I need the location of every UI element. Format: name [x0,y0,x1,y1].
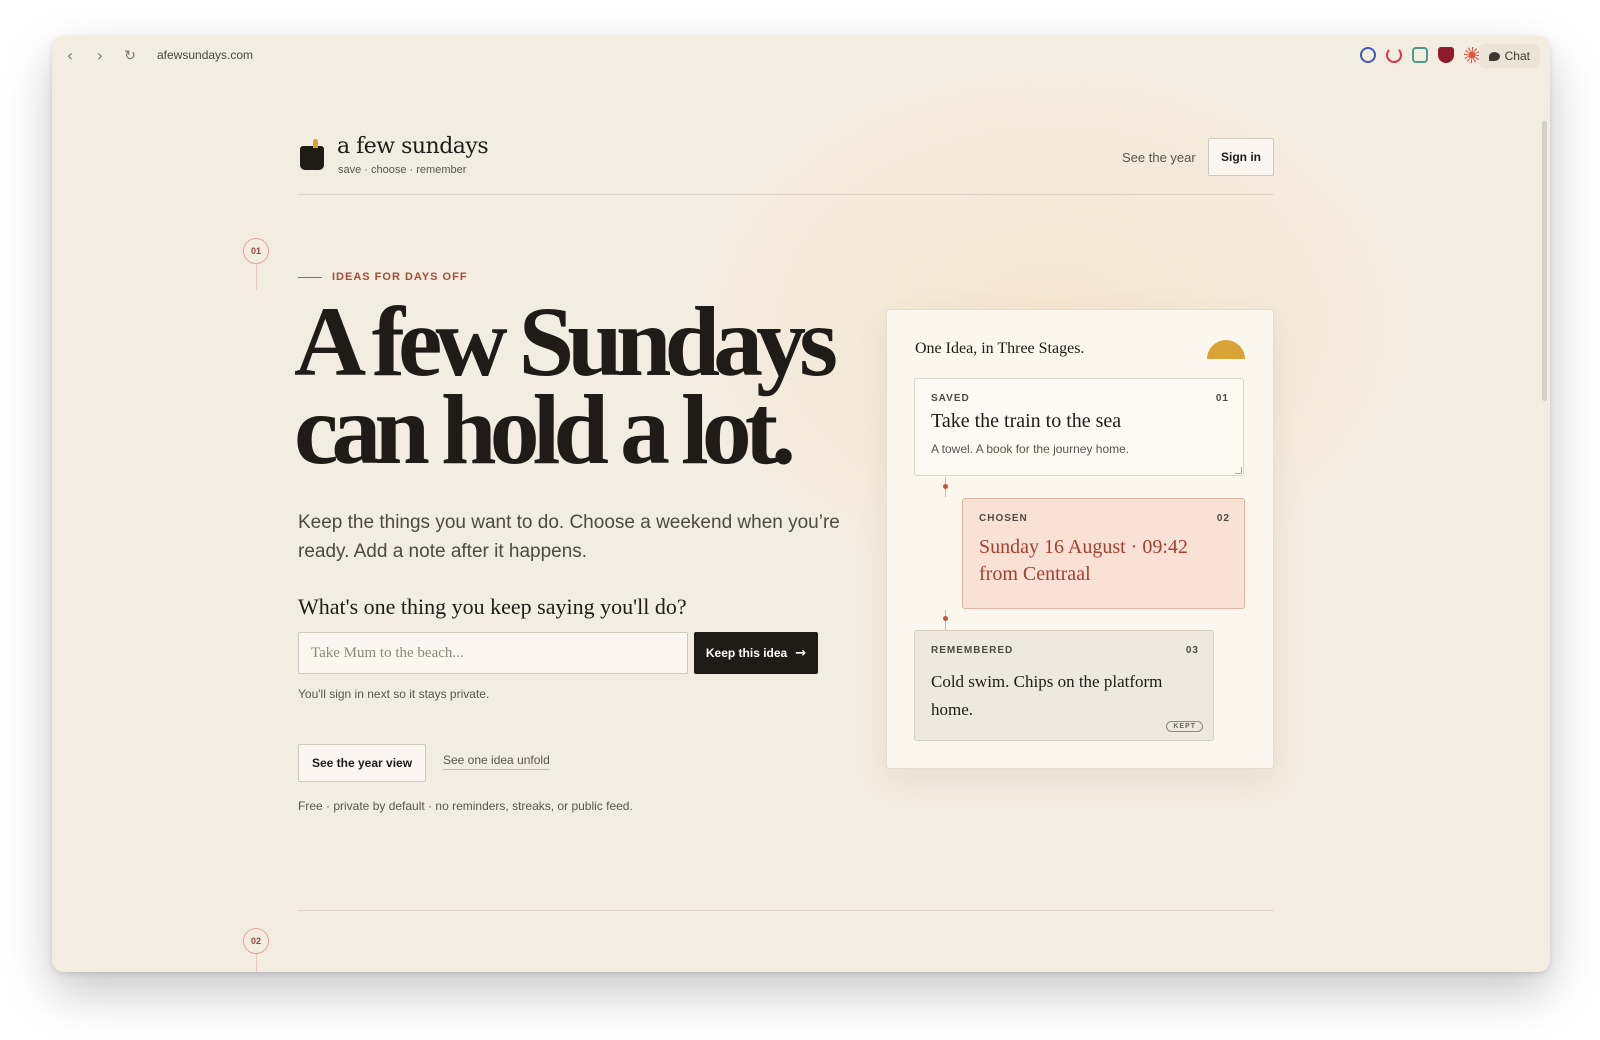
headline-line-1: A few Sundays [294,286,838,397]
stage-number: 01 [1215,393,1229,404]
connector-dot [943,484,948,489]
pricing-footnote: Free · private by default · no reminders… [298,799,633,813]
forward-icon[interactable]: › [90,46,110,66]
stage-number: 03 [1185,645,1199,656]
header-divider [298,194,1274,195]
stage-note: A towel. A book for the journey home. [931,442,1130,456]
step-line [256,264,257,290]
logo-icon[interactable] [300,139,324,170]
security-icon[interactable] [1438,47,1454,63]
stage-remembered-card: REMEMBERED 03 Cold swim. Chips on the pl… [914,630,1214,741]
extension-icons [1360,47,1480,63]
chat-label: Chat [1504,49,1530,63]
reload-icon[interactable]: ↻ [120,46,140,66]
keep-idea-label: Keep this idea [705,646,788,660]
chat-bubble-icon [1488,51,1500,61]
stage-title: Sunday 16 August · 09:42 from Centraal [979,536,1188,585]
section-divider [298,910,1274,911]
arrow-right-icon: → [795,645,807,661]
stages-card: One Idea, in Three Stages. SAVED 01 Take… [886,309,1274,769]
see-the-year-link[interactable]: See the year [1122,150,1196,165]
see-idea-unfold-link[interactable]: See one idea unfold [443,753,550,770]
shield-icon[interactable] [1412,47,1428,63]
stage-chosen-card: CHOSEN 02 Sunday 16 August · 09:42 from … [962,498,1245,609]
idea-question: What's one thing you keep saying you'll … [298,594,687,619]
stage-saved-card: SAVED 01 Take the train to the sea A tow… [914,378,1244,476]
connector-dot [943,616,948,621]
stages-title: One Idea, in Three Stages. [915,340,1085,357]
stage-title: Take the train to the sea [931,410,1122,432]
resize-handle-icon [1235,467,1242,474]
chat-button[interactable]: Chat [1478,44,1540,68]
page-content: a few sundays save · choose · remember S… [52,76,1550,972]
keep-idea-button[interactable]: Keep this idea → [694,632,818,674]
brand-name[interactable]: a few sundays [337,134,489,159]
stage-label: REMEMBERED [931,645,1014,656]
privacy-hint: You'll sign in next so it stays private. [298,687,490,701]
eyebrow-rule [298,277,322,278]
step-line [256,954,257,972]
see-year-view-button[interactable]: See the year view [298,744,426,782]
idea-input[interactable] [298,632,688,674]
stage-label: CHOSEN [979,513,1028,524]
headline-line-2: can hold a lot. [294,374,796,485]
sparkle-icon[interactable] [1464,47,1480,63]
stage-number: 02 [1216,513,1230,524]
back-icon[interactable]: ‹ [60,46,80,66]
eyebrow-label: IDEAS FOR DAYS OFF [332,271,468,283]
browser-window: ‹ › ↻ afewsundays.com Chat a few sundays… [52,36,1550,972]
step-marker-01: 01 [243,238,269,264]
power-icon[interactable] [1386,47,1402,63]
hero-lede: Keep the things you want to do. Choose a… [298,512,840,562]
hero-headline: A few Sundays can hold a lot. [294,286,894,485]
scrollbar[interactable] [1542,121,1547,401]
step-marker-02: 02 [243,928,269,954]
sign-in-button[interactable]: Sign in [1208,138,1274,176]
password-manager-icon[interactable] [1360,47,1376,63]
sun-icon [1207,340,1245,359]
brand-tagline: save · choose · remember [338,164,467,176]
stage-title: Cold swim. Chips on the platform home. [931,672,1163,719]
address-bar[interactable]: afewsundays.com [157,48,253,62]
kept-badge: KEPT [1166,721,1203,732]
browser-toolbar: ‹ › ↻ afewsundays.com Chat [52,36,1550,76]
stage-label: SAVED [931,393,970,404]
